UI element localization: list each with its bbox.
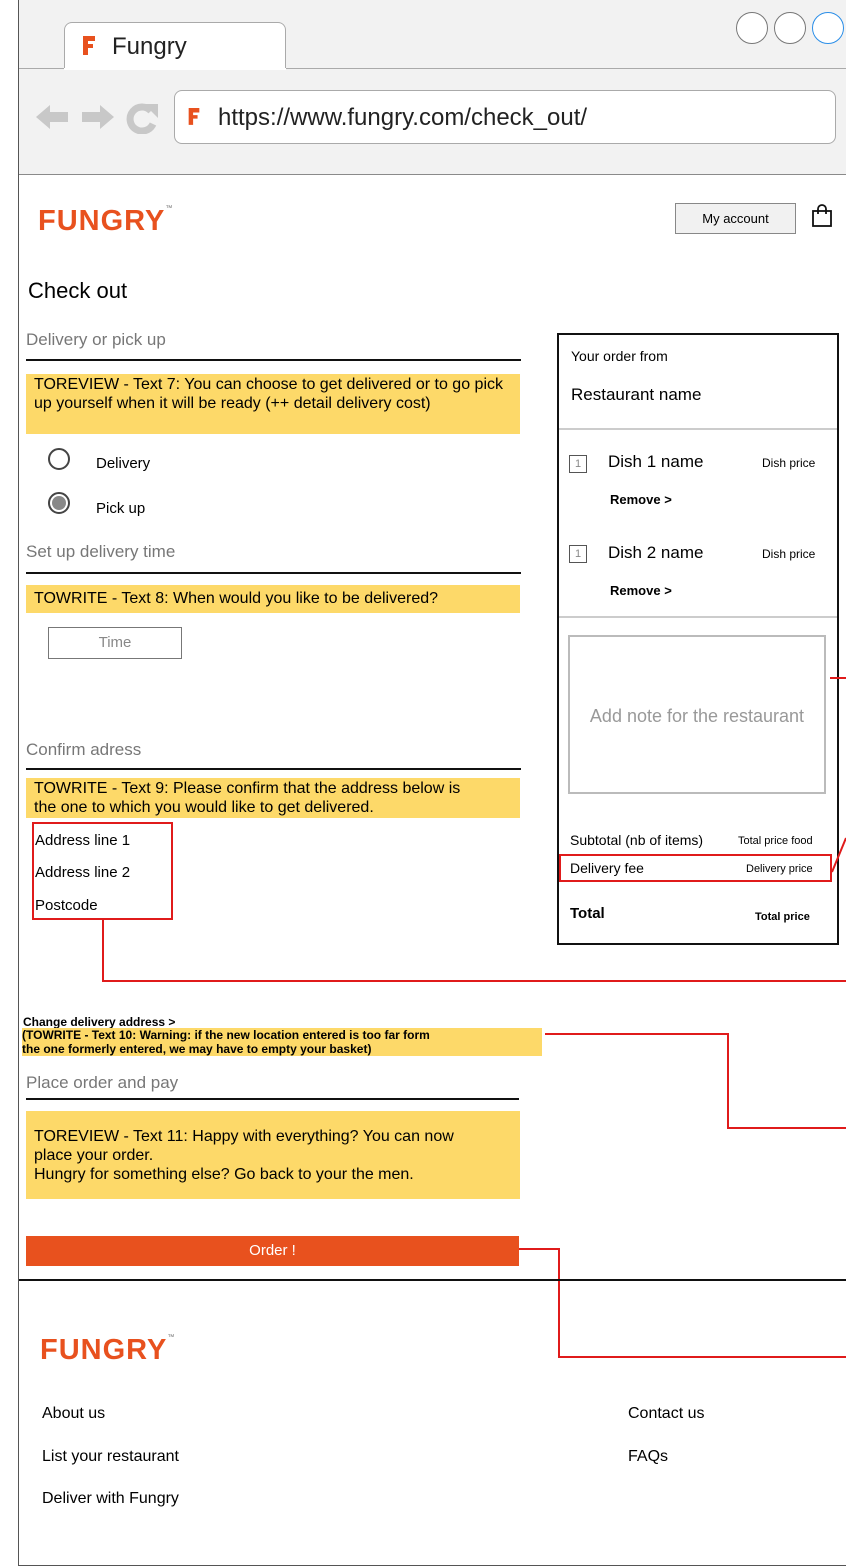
annotation-connector [102, 920, 104, 982]
footer-link-list-restaurant[interactable]: List your restaurant [42, 1448, 179, 1466]
url-text[interactable]: https://www.fungry.com/check_out/ [218, 104, 587, 132]
pay-note-line-1: TOREVIEW - Text 11: Happy with everythin… [34, 1128, 454, 1145]
restaurant-note-input[interactable]: Add note for the restaurant [568, 635, 826, 794]
annotation-connector [102, 980, 846, 982]
subtotal-value: Total price food [738, 835, 813, 847]
delivery-radio[interactable] [48, 448, 70, 470]
window-control-2-icon[interactable] [774, 12, 806, 44]
order-button[interactable]: Order ! [26, 1236, 519, 1266]
annotation-connector [519, 1248, 560, 1250]
window-control-1-icon[interactable] [736, 12, 768, 44]
footer-link-about[interactable]: About us [42, 1405, 105, 1423]
dish-name: Dish 1 name [608, 452, 704, 471]
annotation-connector [545, 1033, 729, 1035]
address-warning-note: (TOWRITE - Text 10: Warning: if the new … [22, 1028, 542, 1056]
dish-quantity[interactable]: 1 [569, 545, 587, 563]
time-section-label: Set up delivery time [26, 542, 176, 561]
section-divider [26, 359, 521, 361]
section-divider [26, 572, 521, 574]
summary-divider [559, 616, 837, 618]
footer-link-contact[interactable]: Contact us [628, 1405, 704, 1423]
address-warning-line-2: the one formerly entered, we may have to… [22, 1042, 372, 1056]
delivery-note: TOREVIEW - Text 7: You can choose to get… [26, 374, 520, 434]
address-section-label: Confirm adress [26, 740, 142, 759]
time-input[interactable]: Time [48, 627, 182, 659]
reload-icon[interactable] [124, 102, 160, 134]
window-control-3-icon[interactable] [812, 12, 844, 44]
annotation-connector [558, 1356, 846, 1358]
pay-note: TOREVIEW - Text 11: Happy with everythin… [26, 1111, 520, 1199]
tab-underline-mask [64, 68, 286, 70]
annotation-highlight-box [32, 822, 173, 920]
section-divider [26, 768, 521, 770]
dish-price: Dish price [762, 547, 816, 561]
total-value: Total price [755, 911, 810, 923]
fungry-favicon-icon [188, 108, 200, 125]
annotation-connector [558, 1248, 560, 1358]
dish-name: Dish 2 name [608, 543, 704, 562]
pay-section-label: Place order and pay [26, 1073, 179, 1092]
page-title: Check out [28, 278, 128, 303]
address-note-line-2: the one to which you would like to get d… [34, 799, 374, 816]
change-address-link[interactable]: Change delivery address > [23, 1015, 175, 1029]
remove-dish-link[interactable]: Remove > [610, 583, 672, 598]
fungry-favicon-icon [83, 36, 95, 55]
delivery-section-label: Delivery or pick up [26, 330, 166, 349]
tab-title: Fungry [112, 33, 187, 60]
footer-link-faqs[interactable]: FAQs [628, 1448, 668, 1466]
restaurant-name: Restaurant name [571, 385, 702, 404]
pickup-option-label: Pick up [96, 500, 146, 517]
delivery-option-label: Delivery [96, 455, 151, 472]
dish-quantity[interactable]: 1 [569, 455, 587, 473]
annotation-connector [727, 1127, 846, 1129]
dish-price: Dish price [762, 456, 816, 470]
shopping-bag-icon[interactable] [811, 204, 833, 228]
annotation-connector [830, 677, 846, 873]
address-warning-line-1: (TOWRITE - Text 10: Warning: if the new … [22, 1028, 430, 1042]
my-account-button[interactable]: My account [675, 203, 796, 234]
summary-divider [559, 428, 837, 430]
delivery-fee-value: Delivery price [746, 863, 813, 875]
footer-link-deliver[interactable]: Deliver with Fungry [42, 1490, 179, 1508]
subtotal-label: Subtotal (nb of items) [570, 832, 704, 848]
site-logo[interactable]: FUNGRY™ [38, 205, 173, 238]
pay-note-line-3: Hungry for something else? Go back to yo… [34, 1166, 414, 1183]
back-arrow-icon[interactable] [34, 102, 70, 132]
pickup-radio[interactable] [48, 492, 70, 514]
address-note-line-1: TOWRITE - Text 9: Please confirm that th… [34, 780, 461, 797]
total-label: Total [570, 905, 605, 922]
address-note: TOWRITE - Text 9: Please confirm that th… [26, 778, 520, 818]
time-note: TOWRITE - Text 8: When would you like to… [26, 585, 520, 613]
order-heading: Your order from [571, 348, 668, 364]
footer-logo[interactable]: FUNGRY™ [40, 1334, 175, 1367]
annotation-connector [727, 1033, 729, 1129]
forward-arrow-icon[interactable] [80, 102, 116, 132]
pay-note-line-2: place your order. [34, 1147, 154, 1164]
footer-divider [19, 1279, 846, 1281]
delivery-fee-label: Delivery fee [570, 860, 644, 876]
section-divider [26, 1098, 519, 1100]
remove-dish-link[interactable]: Remove > [610, 492, 672, 507]
